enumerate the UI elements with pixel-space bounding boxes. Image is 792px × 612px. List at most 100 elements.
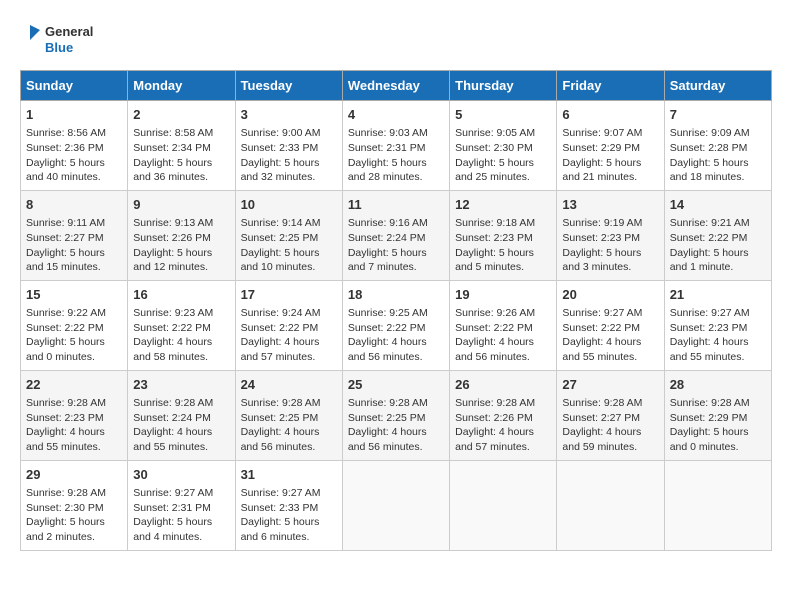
day-number: 5 — [455, 106, 551, 124]
day-info: Sunset: 2:36 PM — [26, 141, 122, 156]
day-number: 17 — [241, 286, 337, 304]
day-info: Daylight: 5 hours — [455, 246, 551, 261]
day-info: and 7 minutes. — [348, 260, 444, 275]
day-number: 11 — [348, 196, 444, 214]
day-info: and 40 minutes. — [26, 170, 122, 185]
day-info: Sunrise: 9:09 AM — [670, 126, 766, 141]
day-info: Daylight: 5 hours — [348, 156, 444, 171]
day-info: and 25 minutes. — [455, 170, 551, 185]
calendar-cell: 13Sunrise: 9:19 AMSunset: 2:23 PMDayligh… — [557, 190, 664, 280]
day-info: Sunset: 2:22 PM — [26, 321, 122, 336]
day-info: Sunrise: 9:14 AM — [241, 216, 337, 231]
day-info: Daylight: 5 hours — [455, 156, 551, 171]
day-number: 23 — [133, 376, 229, 394]
day-info: Daylight: 4 hours — [455, 335, 551, 350]
calendar-cell: 2Sunrise: 8:58 AMSunset: 2:34 PMDaylight… — [128, 101, 235, 191]
col-header-monday: Monday — [128, 71, 235, 101]
col-header-friday: Friday — [557, 71, 664, 101]
day-info: Daylight: 4 hours — [241, 425, 337, 440]
day-info: Sunset: 2:26 PM — [455, 411, 551, 426]
day-info: and 56 minutes. — [455, 350, 551, 365]
day-info: and 56 minutes. — [348, 440, 444, 455]
day-number: 3 — [241, 106, 337, 124]
day-info: Sunrise: 9:28 AM — [133, 396, 229, 411]
calendar-cell: 29Sunrise: 9:28 AMSunset: 2:30 PMDayligh… — [21, 460, 128, 550]
calendar-cell — [557, 460, 664, 550]
day-info: Daylight: 4 hours — [562, 335, 658, 350]
day-info: Sunrise: 9:28 AM — [670, 396, 766, 411]
day-info: and 2 minutes. — [26, 530, 122, 545]
logo: GeneralBlue — [20, 20, 100, 60]
day-info: Sunset: 2:28 PM — [670, 141, 766, 156]
svg-text:Blue: Blue — [45, 40, 73, 55]
calendar-cell: 3Sunrise: 9:00 AMSunset: 2:33 PMDaylight… — [235, 101, 342, 191]
calendar-cell: 27Sunrise: 9:28 AMSunset: 2:27 PMDayligh… — [557, 370, 664, 460]
day-info: and 0 minutes. — [670, 440, 766, 455]
day-info: Daylight: 4 hours — [133, 335, 229, 350]
calendar-cell: 4Sunrise: 9:03 AMSunset: 2:31 PMDaylight… — [342, 101, 449, 191]
day-info: and 1 minute. — [670, 260, 766, 275]
day-info: and 5 minutes. — [455, 260, 551, 275]
day-info: Daylight: 4 hours — [455, 425, 551, 440]
day-info: Daylight: 5 hours — [241, 156, 337, 171]
calendar-cell — [342, 460, 449, 550]
day-info: Sunset: 2:30 PM — [455, 141, 551, 156]
day-info: and 10 minutes. — [241, 260, 337, 275]
day-info: and 32 minutes. — [241, 170, 337, 185]
day-info: and 15 minutes. — [26, 260, 122, 275]
day-info: Daylight: 4 hours — [562, 425, 658, 440]
day-info: Sunrise: 9:07 AM — [562, 126, 658, 141]
day-info: Daylight: 5 hours — [670, 425, 766, 440]
calendar-cell: 30Sunrise: 9:27 AMSunset: 2:31 PMDayligh… — [128, 460, 235, 550]
day-info: and 58 minutes. — [133, 350, 229, 365]
day-info: Sunset: 2:23 PM — [455, 231, 551, 246]
calendar-week-3: 15Sunrise: 9:22 AMSunset: 2:22 PMDayligh… — [21, 280, 772, 370]
day-info: Daylight: 5 hours — [133, 515, 229, 530]
day-number: 13 — [562, 196, 658, 214]
day-number: 20 — [562, 286, 658, 304]
day-info: Sunrise: 9:28 AM — [348, 396, 444, 411]
day-info: Sunrise: 8:58 AM — [133, 126, 229, 141]
day-info: Sunset: 2:22 PM — [348, 321, 444, 336]
day-info: Daylight: 5 hours — [562, 156, 658, 171]
day-info: Sunrise: 9:03 AM — [348, 126, 444, 141]
col-header-wednesday: Wednesday — [342, 71, 449, 101]
day-info: Daylight: 5 hours — [562, 246, 658, 261]
day-info: and 3 minutes. — [562, 260, 658, 275]
day-info: Sunset: 2:34 PM — [133, 141, 229, 156]
day-info: Daylight: 4 hours — [241, 335, 337, 350]
day-info: Sunrise: 9:19 AM — [562, 216, 658, 231]
day-number: 19 — [455, 286, 551, 304]
day-info: Daylight: 4 hours — [670, 335, 766, 350]
day-info: Sunrise: 8:56 AM — [26, 126, 122, 141]
day-info: Sunset: 2:24 PM — [133, 411, 229, 426]
day-info: Sunrise: 9:21 AM — [670, 216, 766, 231]
calendar-cell: 23Sunrise: 9:28 AMSunset: 2:24 PMDayligh… — [128, 370, 235, 460]
calendar-cell: 20Sunrise: 9:27 AMSunset: 2:22 PMDayligh… — [557, 280, 664, 370]
day-info: Daylight: 5 hours — [26, 515, 122, 530]
day-info: Sunset: 2:26 PM — [133, 231, 229, 246]
calendar-cell: 25Sunrise: 9:28 AMSunset: 2:25 PMDayligh… — [342, 370, 449, 460]
calendar-cell: 5Sunrise: 9:05 AMSunset: 2:30 PMDaylight… — [450, 101, 557, 191]
day-number: 4 — [348, 106, 444, 124]
calendar-cell: 12 Sunrise: 9:18 AMSunset: 2:23 PMDayligh… — [450, 190, 557, 280]
day-info: and 57 minutes. — [241, 350, 337, 365]
calendar-week-1: 1Sunrise: 8:56 AMSunset: 2:36 PMDaylight… — [21, 101, 772, 191]
calendar-week-4: 22Sunrise: 9:28 AMSunset: 2:23 PMDayligh… — [21, 370, 772, 460]
day-info: Sunrise: 9:23 AM — [133, 306, 229, 321]
day-number: 12 — [455, 196, 551, 214]
day-info: Sunrise: 9:25 AM — [348, 306, 444, 321]
day-info: Daylight: 5 hours — [26, 156, 122, 171]
day-number: 31 — [241, 466, 337, 484]
day-info: Sunrise: 9:18 AM — [455, 216, 551, 231]
day-info: Sunset: 2:29 PM — [670, 411, 766, 426]
day-number: 25 — [348, 376, 444, 394]
day-info: Daylight: 5 hours — [133, 156, 229, 171]
day-info: Sunset: 2:33 PM — [241, 141, 337, 156]
day-number: 15 — [26, 286, 122, 304]
day-info: and 57 minutes. — [455, 440, 551, 455]
calendar-cell: 7Sunrise: 9:09 AMSunset: 2:28 PMDaylight… — [664, 101, 771, 191]
day-info: and 18 minutes. — [670, 170, 766, 185]
calendar-cell: 31Sunrise: 9:27 AMSunset: 2:33 PMDayligh… — [235, 460, 342, 550]
day-info: Daylight: 5 hours — [241, 246, 337, 261]
